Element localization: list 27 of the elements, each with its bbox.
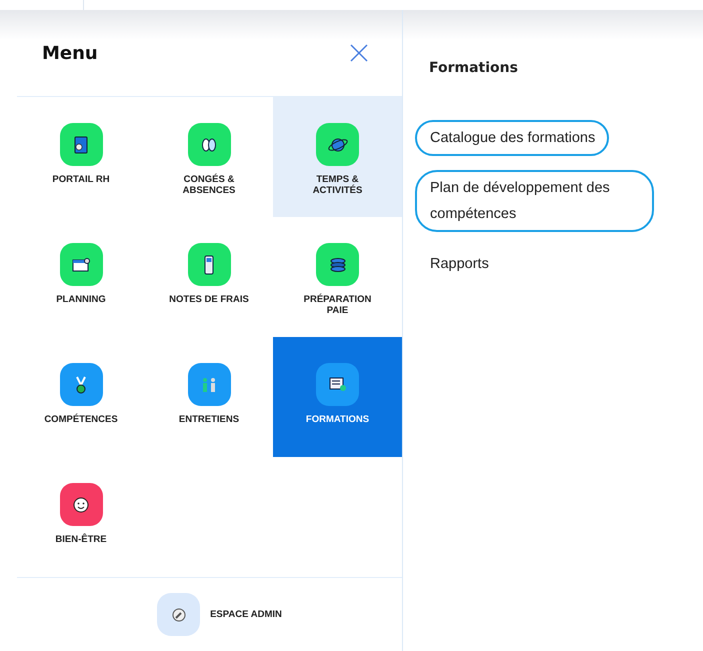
module-label: FORMATIONS [306, 414, 370, 425]
module-tile[interactable]: PLANNING [17, 217, 145, 337]
module-tile[interactable]: CONGÉS & ABSENCES [145, 97, 273, 217]
submenu-link[interactable]: Catalogue des formations [415, 120, 610, 156]
module-tile[interactable]: BIEN-ÊTRE [17, 457, 145, 577]
module-label: CONGÉS & ABSENCES [182, 174, 236, 196]
module-tile[interactable]: NOTES DE FRAIS [145, 217, 273, 337]
module-tile[interactable]: PRÉPARATION PAIE [273, 217, 402, 337]
submenu-link[interactable]: Plan de développement des compétences [415, 170, 654, 232]
module-label: PRÉPARATION PAIE [302, 294, 372, 316]
module-tile[interactable]: FORMATIONS [273, 337, 402, 457]
module-label: COMPÉTENCES [44, 414, 118, 425]
module-tile[interactable]: COMPÉTENCES [17, 337, 145, 457]
module-tile[interactable]: TEMPS & ACTIVITÉS [273, 97, 402, 217]
admin-button[interactable]: ESPACE ADMIN [157, 593, 282, 636]
module-label: TEMPS & ACTIVITÉS [312, 174, 364, 196]
menu-title: Menu [42, 42, 98, 64]
module-label: BIEN-ÊTRE [55, 534, 107, 545]
submenu-link[interactable]: Rapports [415, 246, 503, 282]
module-tile[interactable]: PORTAIL RH [17, 97, 145, 217]
module-label: ENTRETIENS [178, 414, 240, 425]
module-tile[interactable]: ENTRETIENS [145, 337, 273, 457]
submenu-title: Formations [429, 60, 519, 76]
close-icon[interactable] [349, 43, 369, 63]
module-label: NOTES DE FRAIS [169, 294, 249, 305]
module-label: PLANNING [56, 294, 106, 305]
module-label: PORTAIL RH [52, 174, 110, 185]
